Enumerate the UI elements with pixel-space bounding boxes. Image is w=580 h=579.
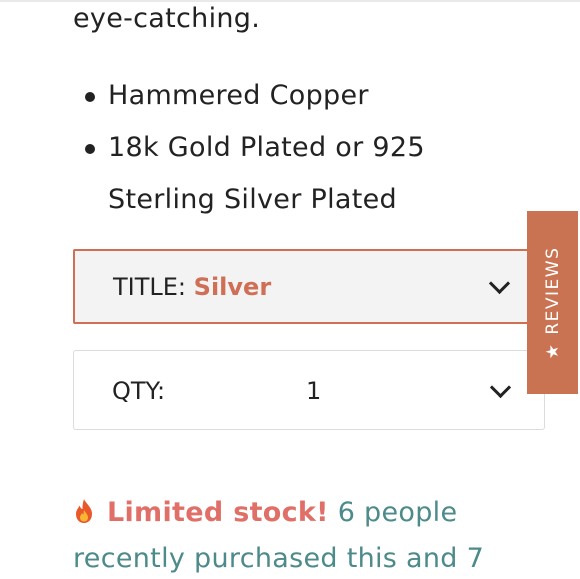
bullet-icon: [85, 92, 95, 102]
star-icon: ★: [542, 342, 563, 359]
feature-item: 18k Gold Plated or 925 Sterling Silver P…: [0, 122, 520, 226]
stock-notice: Limited stock! 6 people recently purchas…: [73, 490, 543, 579]
title-select-label-group: TITLE: Silver: [113, 273, 271, 301]
reviews-tab-label: REVIEWS: [542, 246, 563, 335]
fire-icon: [76, 499, 92, 523]
qty-select-value: 1: [306, 377, 322, 405]
description-text: eye-catching.: [73, 3, 261, 34]
title-select[interactable]: TITLE: Silver: [73, 249, 545, 324]
chevron-down-icon[interactable]: [488, 272, 511, 295]
feature-list: Hammered Copper 18k Gold Plated or 925 S…: [0, 70, 520, 226]
feature-text: Hammered Copper: [108, 80, 369, 111]
feature-text: 18k Gold Plated or 925: [108, 132, 425, 163]
chevron-down-icon[interactable]: [489, 376, 512, 399]
qty-select-label: QTY:: [112, 377, 166, 405]
qty-select[interactable]: QTY: 1: [73, 350, 545, 430]
limited-stock-label: Limited stock!: [107, 497, 329, 528]
feature-item: Hammered Copper: [0, 70, 520, 122]
reviews-tab-content: ★ REVIEWS: [543, 246, 563, 359]
bullet-icon: [85, 144, 95, 154]
title-select-value: Silver: [193, 273, 272, 301]
title-select-label: TITLE:: [113, 273, 187, 301]
feature-text-continued: Sterling Silver Plated: [108, 184, 397, 215]
product-page: eye-catching. Hammered Copper 18k Gold P…: [0, 0, 580, 579]
reviews-tab-button[interactable]: ★ REVIEWS: [527, 211, 578, 394]
